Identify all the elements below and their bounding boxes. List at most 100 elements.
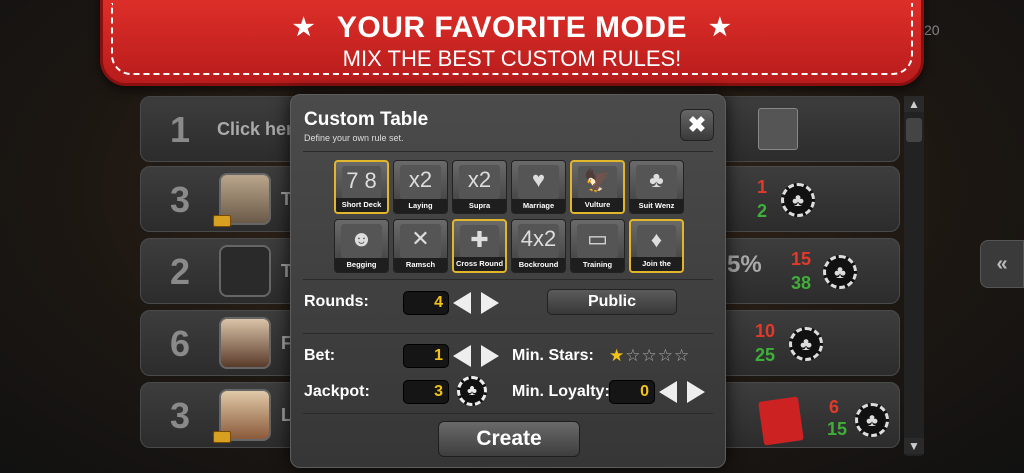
jackpot-label: Jackpot: xyxy=(304,383,370,400)
rule-tile[interactable]: x2 Supra xyxy=(452,160,507,214)
min-loyalty-decrease-icon[interactable] xyxy=(659,381,677,403)
divider xyxy=(303,413,713,414)
divider xyxy=(303,333,713,334)
row-green-stat: 2 xyxy=(757,201,768,221)
rule-tile[interactable]: ♣ Suit Wenz xyxy=(629,160,684,214)
rule-label: Supra xyxy=(453,199,506,213)
close-icon: ✖ xyxy=(687,112,707,137)
star-icon[interactable]: ☆ xyxy=(674,346,690,365)
rule-icon: x2 xyxy=(408,167,433,192)
club-chip-icon: ♣ xyxy=(457,376,487,406)
rule-tile[interactable]: ☻ Begging xyxy=(334,219,389,273)
min-loyalty-value: 0 xyxy=(609,380,655,404)
scroll-thumb[interactable] xyxy=(906,118,922,142)
row-rank: 6 xyxy=(169,323,191,364)
avatar-placeholder-icon xyxy=(219,245,271,297)
dialog-title: Custom Table xyxy=(304,109,429,130)
star-icon[interactable]: ★ xyxy=(609,346,625,365)
game-screen: 1 Click her 3 Ta 1 2 ♣ 2 T 5% 15 38 ♣ 6 … xyxy=(0,0,1024,473)
rule-label: Cross Round xyxy=(454,257,505,271)
row-rank: 3 xyxy=(169,395,191,436)
rule-tile[interactable]: ♦ Join the Community xyxy=(629,219,684,273)
rule-tile[interactable]: 🦅 Vulture xyxy=(570,160,625,214)
min-stars-label: Min. Stars: xyxy=(512,347,594,364)
rule-icon: ✕ xyxy=(411,226,430,251)
rule-label: Vulture xyxy=(572,198,623,212)
bet-decrease-icon[interactable] xyxy=(453,345,471,367)
rule-icon: 4x2 xyxy=(520,226,557,251)
star-icon[interactable]: ☆ xyxy=(658,346,674,365)
close-button[interactable]: ✖ xyxy=(680,109,714,141)
club-chip-icon: ♣ xyxy=(823,255,857,289)
row-name: Click her xyxy=(217,119,294,139)
rule-tile[interactable]: x2 Laying xyxy=(393,160,448,214)
crown-icon xyxy=(213,215,231,227)
min-loyalty-increase-icon[interactable] xyxy=(687,381,705,403)
scroll-down-icon[interactable]: ▼ xyxy=(904,438,924,454)
min-stars-rating[interactable]: ★☆☆☆☆ xyxy=(609,346,690,366)
rule-label: Join the Community xyxy=(631,257,682,271)
row-rank: 3 xyxy=(169,179,191,220)
row-percent: 5% xyxy=(727,251,762,278)
rule-tile[interactable]: ✚ Cross Round xyxy=(452,219,507,273)
bet-label: Bet: xyxy=(304,347,336,364)
row-rank: 2 xyxy=(169,251,191,292)
min-loyalty-label: Min. Loyalty: xyxy=(512,383,610,400)
rounds-decrease-icon[interactable] xyxy=(453,292,471,314)
row-green-stat: 25 xyxy=(755,345,776,365)
crown-icon xyxy=(213,431,231,443)
rule-tile[interactable]: 7 8 Short Deck xyxy=(334,160,389,214)
row-red-stat: 15 xyxy=(791,249,812,269)
rule-label: Begging xyxy=(335,258,388,272)
banner-title: ★ YOUR FAVORITE MODE ★ xyxy=(103,11,921,45)
rounds-value: 4 xyxy=(403,291,449,315)
rule-tile[interactable]: ✕ Ramsch xyxy=(393,219,448,273)
rounds-increase-icon[interactable] xyxy=(481,292,499,314)
rule-icon: ♣ xyxy=(649,167,664,192)
star-icon: ★ xyxy=(709,14,732,41)
corner-label: 20 xyxy=(924,22,940,38)
rule-label: Ramsch xyxy=(394,258,447,272)
avatar xyxy=(219,317,271,369)
rule-icon: ♥ xyxy=(531,167,546,192)
cards-icon xyxy=(758,108,798,150)
promo-banner: ★ YOUR FAVORITE MODE ★ MIX THE BEST CUSTOM… xyxy=(100,0,924,86)
create-button[interactable]: Create xyxy=(438,421,580,457)
dialog-subtitle: Define your own rule set. xyxy=(304,133,404,143)
star-icon[interactable]: ☆ xyxy=(625,346,641,365)
row-red-stat: 1 xyxy=(757,177,768,197)
rule-tile[interactable]: ♥ Marriage xyxy=(511,160,566,214)
rule-icon: ☻ xyxy=(349,226,374,251)
rule-tile[interactable]: ▭ Training xyxy=(570,219,625,273)
rule-icon: ▭ xyxy=(587,226,608,251)
scroll-up-icon[interactable]: ▲ xyxy=(904,96,924,112)
divider xyxy=(303,279,713,280)
rule-label: Short Deck xyxy=(336,198,387,212)
side-tab-collapse-icon[interactable]: « xyxy=(980,240,1024,288)
public-button[interactable]: Public xyxy=(547,289,677,315)
row-green-stat: 15 xyxy=(827,419,848,439)
row-red-stat: 6 xyxy=(829,397,840,417)
jackpot-value: 3 xyxy=(403,380,449,404)
rule-icon: ♦ xyxy=(650,227,663,252)
rule-icon: 🦅 xyxy=(583,168,612,193)
banner-title-text: YOUR FAVORITE MODE xyxy=(336,11,688,44)
locked-cards-icon xyxy=(758,396,804,446)
club-chip-icon: ♣ xyxy=(781,183,815,217)
bet-value: 1 xyxy=(403,344,449,368)
bet-increase-icon[interactable] xyxy=(481,345,499,367)
divider xyxy=(303,151,713,152)
rule-label: Marriage xyxy=(512,199,565,213)
club-chip-icon: ♣ xyxy=(855,403,889,437)
star-icon[interactable]: ☆ xyxy=(642,346,658,365)
row-green-stat: 38 xyxy=(791,273,812,293)
rule-icon: ✚ xyxy=(470,227,489,252)
scrollbar[interactable] xyxy=(904,96,924,456)
rule-icon: x2 xyxy=(467,167,492,192)
rule-tile[interactable]: 4x2 Bockround xyxy=(511,219,566,273)
rule-label: Laying xyxy=(394,199,447,213)
club-chip-icon: ♣ xyxy=(789,327,823,361)
banner-subtitle: MIX THE BEST CUSTOM RULES! xyxy=(342,46,682,71)
rule-label: Bockround xyxy=(512,258,565,272)
rule-label: Training xyxy=(571,258,624,272)
